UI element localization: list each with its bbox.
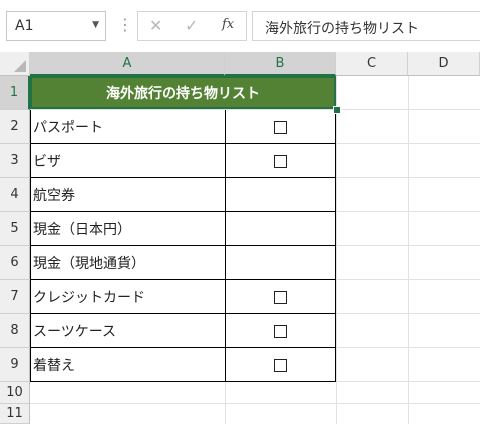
select-all-button[interactable] [0, 52, 30, 76]
row-header-11[interactable]: 11 [0, 404, 30, 424]
checkbox[interactable] [274, 324, 287, 338]
formula-input-value: 海外旅行の持ち物リスト [265, 21, 419, 37]
cell-area[interactable]: 海外旅行の持ち物リスト パスポート ビザ 航空券 現金（日本円） 現金（現地通貨… [30, 76, 480, 424]
row-header-4[interactable]: 4 [0, 178, 30, 212]
cell-a2[interactable]: パスポート [30, 110, 225, 144]
column-header-d[interactable]: D [408, 52, 480, 76]
row-header-1[interactable]: 1 [0, 76, 30, 110]
row-header-9[interactable]: 9 [0, 348, 30, 382]
cell-a5[interactable]: 現金（日本円） [30, 212, 225, 246]
cell-b4[interactable] [225, 178, 336, 212]
enter-icon[interactable]: ✓ [185, 16, 198, 35]
select-all-icon [14, 60, 26, 72]
formula-buttons: ✕ ✓ fx [137, 11, 247, 41]
row-header-6[interactable]: 6 [0, 246, 30, 280]
cell-b8[interactable] [225, 314, 336, 348]
cell-a4[interactable]: 航空券 [30, 178, 225, 212]
name-box[interactable]: A1 ▼ [6, 11, 106, 41]
gridline [408, 76, 409, 424]
title-cell[interactable]: 海外旅行の持ち物リスト [30, 76, 336, 109]
row-header-2[interactable]: 2 [0, 110, 30, 144]
cell-a6[interactable]: 現金（現地通貨） [30, 246, 225, 280]
cell-b6[interactable] [225, 246, 336, 280]
chevron-down-icon[interactable]: ▼ [92, 20, 99, 30]
column-header-b[interactable]: B [225, 52, 336, 76]
cell-b3[interactable] [225, 144, 336, 178]
row-header-7[interactable]: 7 [0, 280, 30, 314]
cell-b7[interactable] [225, 280, 336, 314]
checkbox[interactable] [274, 120, 287, 134]
insert-function-icon[interactable]: fx [222, 17, 234, 32]
formula-input[interactable]: 海外旅行の持ち物リスト [252, 11, 480, 41]
cell-b5[interactable] [225, 212, 336, 246]
row-header-5[interactable]: 5 [0, 212, 30, 246]
column-header-a[interactable]: A [30, 52, 225, 76]
gridline [336, 76, 337, 424]
row-header-10[interactable]: 10 [0, 382, 30, 404]
cancel-icon[interactable]: ✕ [149, 16, 162, 35]
checkbox[interactable] [274, 290, 287, 304]
checkbox[interactable] [274, 154, 287, 168]
cell-a8[interactable]: スーツケース [30, 314, 225, 348]
worksheet-grid: A B C D 1 2 3 4 5 6 7 8 9 10 11 海外旅行の持ち物… [0, 52, 480, 424]
gridline [30, 403, 480, 404]
name-box-value: A1 [15, 18, 34, 34]
cell-b9[interactable] [225, 348, 336, 382]
checkbox[interactable] [274, 358, 287, 372]
row-header-3[interactable]: 3 [0, 144, 30, 178]
formula-bar: A1 ▼ ⋮ ✕ ✓ fx 海外旅行の持ち物リスト [0, 0, 480, 52]
cell-a9[interactable]: 着替え [30, 348, 225, 382]
column-header-c[interactable]: C [336, 52, 408, 76]
cell-b2[interactable] [225, 110, 336, 144]
more-options-icon[interactable]: ⋮ [117, 13, 133, 37]
cell-a7[interactable]: クレジットカード [30, 280, 225, 314]
row-header-8[interactable]: 8 [0, 314, 30, 348]
cell-a3[interactable]: ビザ [30, 144, 225, 178]
